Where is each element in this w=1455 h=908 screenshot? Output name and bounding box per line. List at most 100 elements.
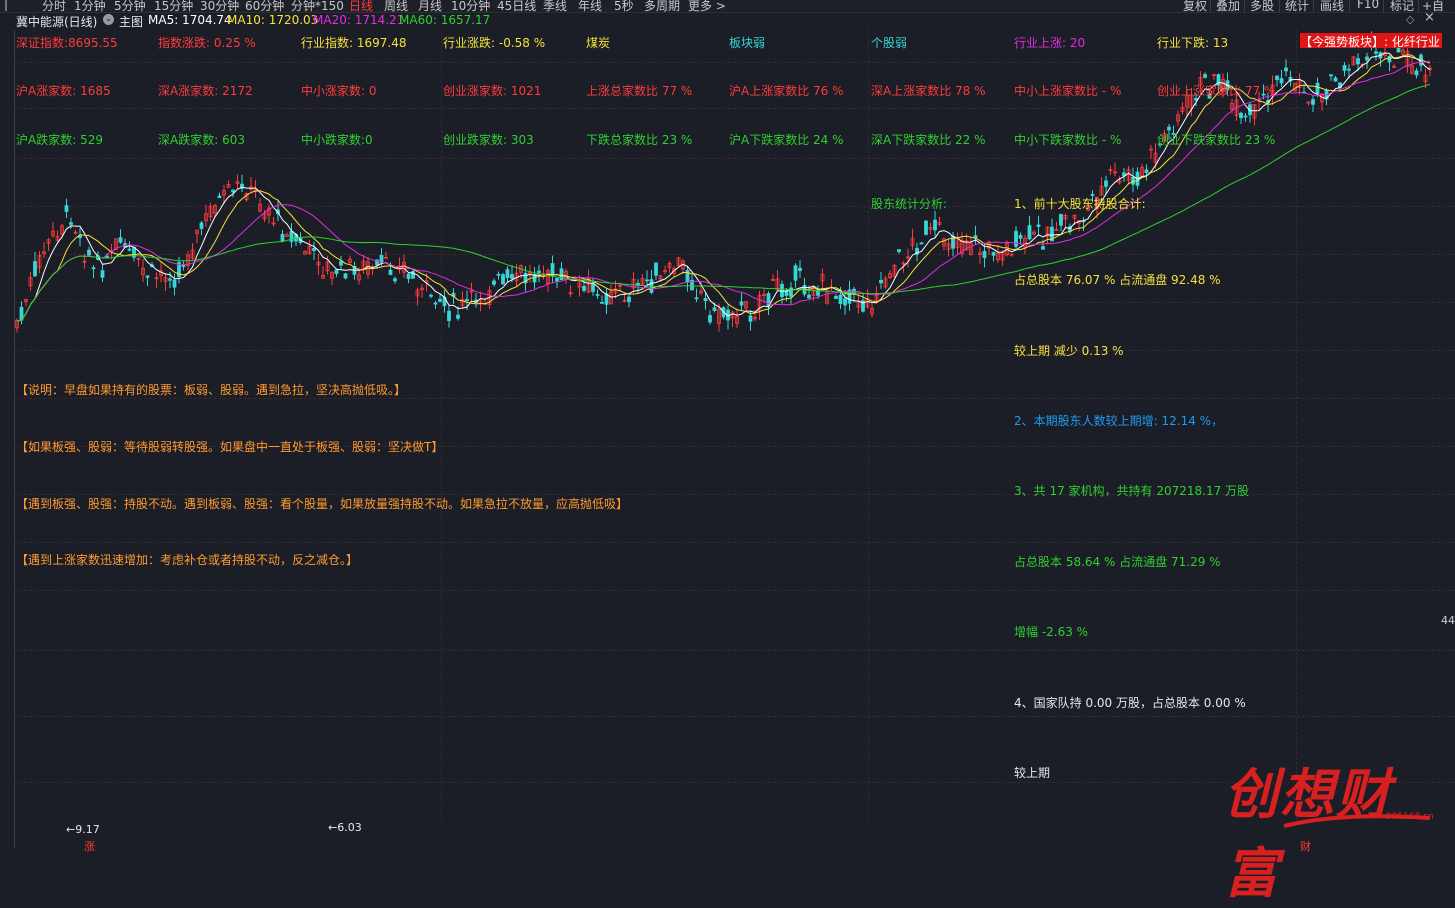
- tab-yearly[interactable]: 年线: [578, 0, 602, 12]
- candle-body: [168, 278, 172, 281]
- candle-body: [505, 269, 510, 278]
- candle-body: [1347, 68, 1351, 71]
- tab-weekly[interactable]: 周线: [384, 0, 408, 12]
- industry-change: 行业涨跌: -0.58 %: [443, 36, 546, 50]
- holder-item4: 4、国家队持 0.00 万股，占总股本 0.00 %: [1014, 696, 1246, 710]
- sh-a-up-ratio: 沪A上涨家数比 76 %: [729, 84, 844, 98]
- tab-5sec[interactable]: 5秒: [614, 0, 634, 12]
- candle-body: [627, 296, 631, 303]
- event-mark[interactable]: 涨: [84, 838, 95, 854]
- candle-body: [1311, 99, 1315, 105]
- candle-body: [343, 273, 348, 279]
- chevron-down-icon[interactable]: ⌄: [103, 14, 114, 25]
- candle-body: [1203, 74, 1207, 78]
- candle-body: [1284, 67, 1288, 72]
- main-chart-label[interactable]: 主图: [119, 13, 143, 30]
- sme-down-count: 中小跌家数:0: [301, 133, 373, 147]
- candle-body: [406, 273, 411, 280]
- candle-body: [181, 265, 186, 267]
- fuquan-button[interactable]: 复权: [1183, 0, 1207, 12]
- candle-body: [438, 298, 442, 302]
- right-scale-label: 44: [1441, 614, 1455, 627]
- candle-body: [496, 273, 501, 276]
- holder-item4-change: 较上期: [1014, 766, 1051, 780]
- candle-body: [1342, 65, 1347, 71]
- tab-daily[interactable]: 日线: [349, 0, 373, 12]
- sh-a-up-count: 沪A涨家数: 1685: [16, 84, 111, 98]
- sme-up-count: 中小涨家数: 0: [301, 84, 377, 98]
- note-2: 【如果板强、股弱：等待股弱转股强。如果盘中一直处于板强、股弱：坚决做T】: [16, 440, 444, 454]
- candle-body: [172, 279, 177, 288]
- overlay-button[interactable]: 叠加: [1216, 0, 1240, 12]
- candle-body: [1167, 126, 1171, 131]
- gem-up-count: 创业涨家数: 1021: [443, 84, 542, 98]
- candle-body: [654, 262, 658, 276]
- candle-body: [289, 230, 294, 242]
- tab-60min[interactable]: 60分钟: [245, 0, 284, 12]
- candle-body: [429, 294, 433, 297]
- f10-button[interactable]: F10: [1357, 0, 1379, 11]
- holder-analysis-title: 股东统计分析:: [871, 197, 948, 211]
- tab-quarterly[interactable]: 季线: [543, 0, 567, 12]
- toolbar-divider: [1210, 0, 1211, 12]
- candle-body: [1059, 213, 1063, 226]
- candle-body: [834, 295, 838, 300]
- candle-body: [1387, 55, 1392, 63]
- draw-line-button[interactable]: 画线: [1320, 0, 1344, 12]
- toolbar-divider: [1349, 0, 1350, 12]
- candle-body: [1036, 224, 1041, 227]
- industry-index: 行业指数: 1697.48: [301, 36, 407, 50]
- mark-button[interactable]: 标记: [1390, 0, 1414, 12]
- tab-150min[interactable]: 分钟*150: [291, 0, 344, 12]
- candle-body: [510, 274, 514, 279]
- note-1: 【说明：早盘如果持有的股票：板弱、股弱。遇到急拉，坚决高抛低吸。】: [16, 383, 407, 397]
- tab-more[interactable]: 更多 >: [688, 0, 726, 12]
- candle-body: [312, 248, 316, 251]
- candle-body: [712, 307, 717, 312]
- candle-body: [694, 297, 699, 300]
- toolbar-left-handle: |: [4, 0, 9, 11]
- low-price-label: ←9.17: [66, 823, 100, 836]
- close-icon[interactable]: ×: [1424, 10, 1435, 25]
- tab-multi-period[interactable]: 多周期: [644, 0, 680, 12]
- multi-stock-button[interactable]: 多股: [1250, 0, 1274, 12]
- candle-body: [1014, 230, 1018, 247]
- tab-intraday[interactable]: 分时: [42, 0, 66, 12]
- candle-body: [645, 279, 649, 282]
- candle-body: [739, 301, 744, 306]
- candle-body: [433, 302, 438, 305]
- candle-body: [843, 298, 847, 306]
- candle-body: [708, 315, 712, 323]
- watermark-url: 995168.cn: [1386, 812, 1434, 822]
- tab-5min[interactable]: 5分钟: [114, 0, 146, 12]
- candle-body: [595, 294, 600, 296]
- grid-line: [14, 590, 1455, 591]
- stock-weak-flag: 个股弱: [871, 36, 908, 50]
- tab-monthly[interactable]: 月线: [418, 0, 442, 12]
- tab-30min[interactable]: 30分钟: [200, 0, 239, 12]
- candle-body: [64, 205, 69, 212]
- statistics-button[interactable]: 统计: [1285, 0, 1309, 12]
- candle-body: [879, 279, 883, 284]
- candle-body: [411, 271, 415, 279]
- sh-a-down-count: 沪A跌家数: 529: [16, 133, 103, 147]
- sector-weak-flag: 板块弱: [729, 36, 766, 50]
- tab-45day[interactable]: 45日线: [497, 0, 536, 12]
- grid-line: [14, 398, 1455, 399]
- candle-body: [933, 219, 937, 231]
- candle-body: [231, 189, 235, 193]
- candle-body: [1374, 51, 1378, 54]
- candle-body: [807, 294, 811, 299]
- candle-body: [991, 251, 996, 256]
- diamond-icon[interactable]: ◇: [1406, 13, 1414, 26]
- holder-item1-pct: 占总股本 76.07 % 占流通盘 92.48 %: [1014, 273, 1221, 287]
- candle-body: [199, 222, 204, 229]
- candle-body: [127, 248, 132, 251]
- tab-10min[interactable]: 10分钟: [451, 0, 490, 12]
- tab-15min[interactable]: 15分钟: [154, 0, 193, 12]
- sz-a-up-ratio: 深A上涨家数比 78 %: [871, 84, 986, 98]
- ma-legend-bar: 冀中能源(日线) ⌄ 主图 MA5: 1704.74 MA10: 1720.03…: [0, 10, 1455, 30]
- tab-1min[interactable]: 1分钟: [74, 0, 106, 12]
- candle-body: [33, 261, 37, 277]
- candle-body: [1104, 180, 1108, 187]
